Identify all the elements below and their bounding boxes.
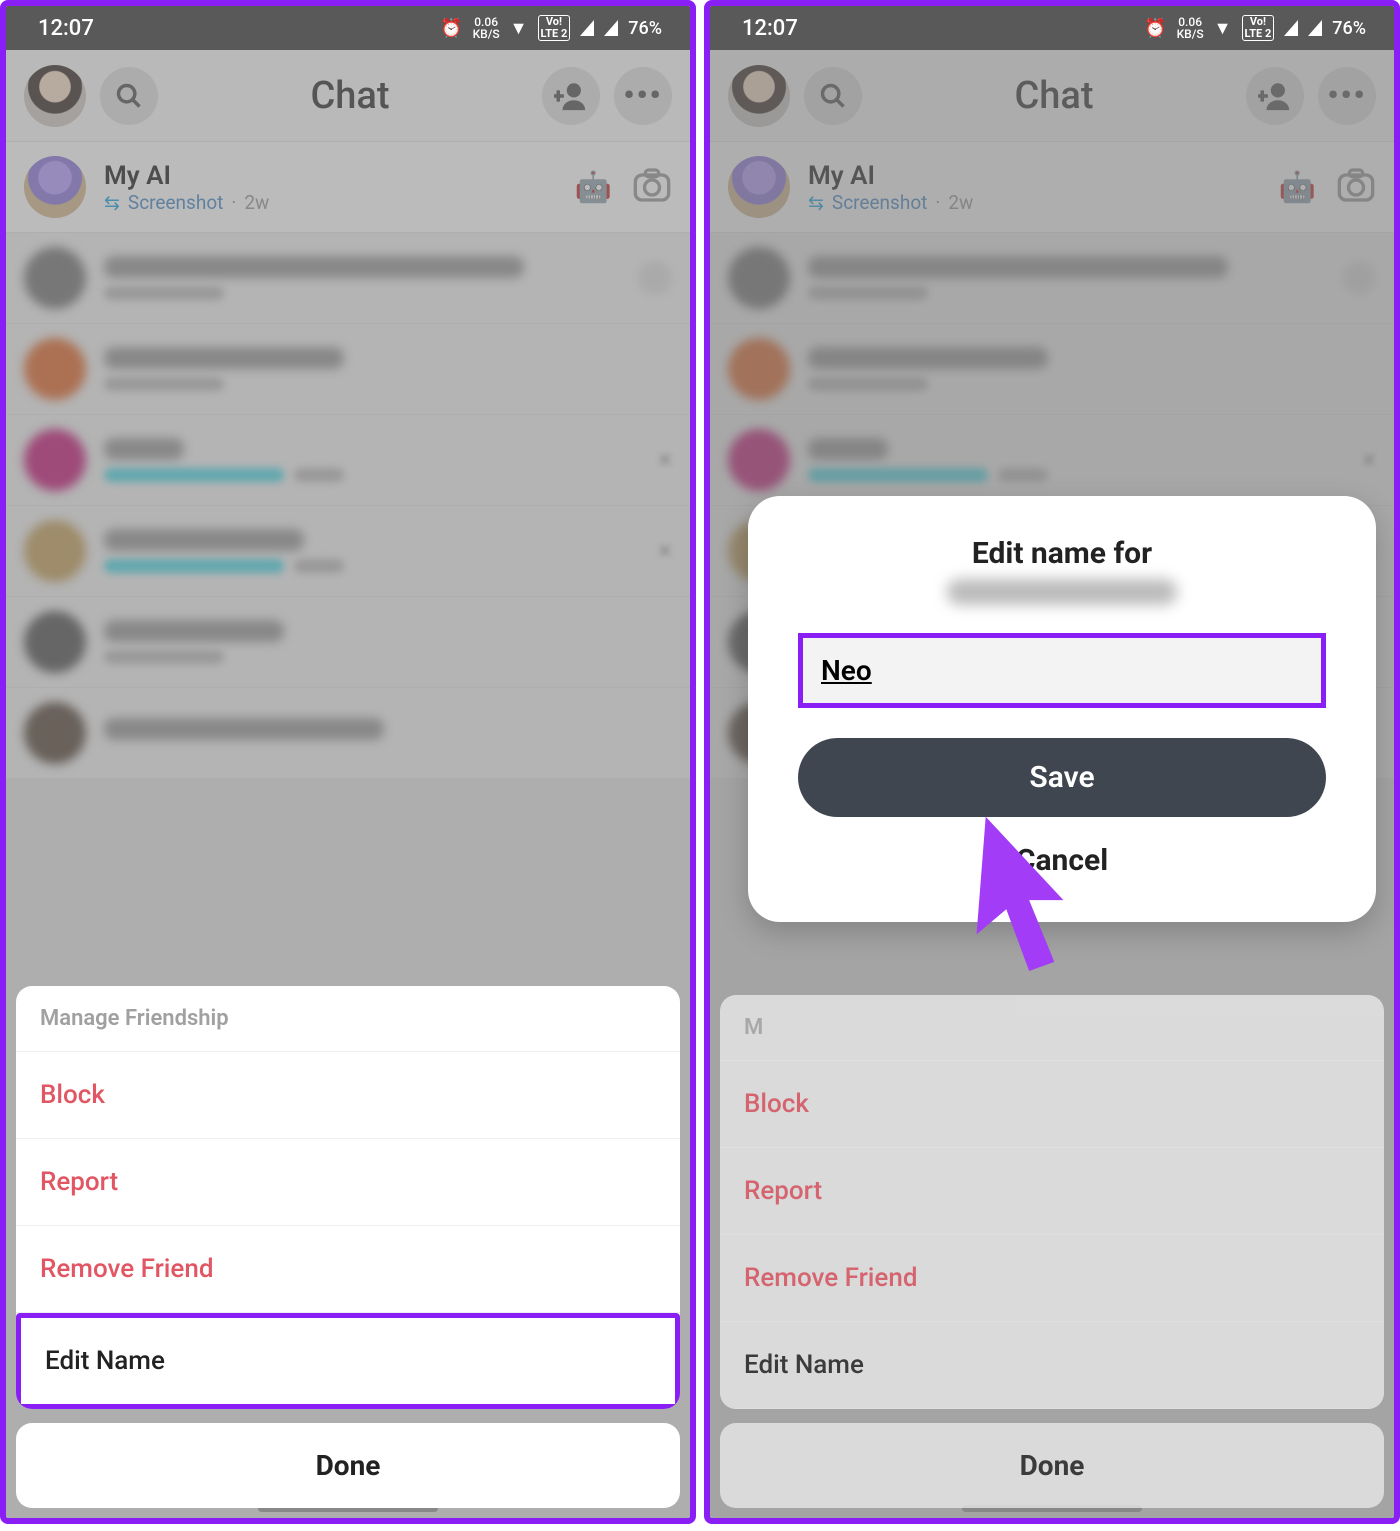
chat-name: My AI: [104, 161, 557, 191]
manage-friendship-sheet: M Block Report Remove Friend Edit Name D…: [720, 995, 1384, 1508]
camera-icon[interactable]: [1336, 165, 1376, 209]
add-friend-icon: [554, 81, 588, 111]
chat-header: Chat •••: [6, 50, 690, 142]
status-right: ⏰ 0.06KB/S ▼ Vo!LTE 2 76%: [440, 15, 662, 41]
lte-badge: Vo!LTE 2: [538, 15, 571, 41]
data-rate: 0.06KB/S: [1177, 16, 1204, 40]
add-friend-icon: [1258, 81, 1292, 111]
chat-row-my-ai[interactable]: My AI ⇆ Screenshot·2w 🤖: [710, 142, 1394, 233]
chat-row[interactable]: [6, 597, 690, 688]
status-right: ⏰ 0.06KB/S ▼ Vo!LTE 2 76%: [1144, 15, 1366, 41]
robot-icon: 🤖: [575, 170, 612, 205]
search-button[interactable]: [804, 67, 862, 125]
remove-friend-button[interactable]: Remove Friend: [16, 1226, 680, 1313]
avatar-my-ai: [728, 156, 790, 218]
cursor-arrow-icon: [960, 811, 1080, 971]
chat-row[interactable]: [710, 324, 1394, 415]
wifi-icon: ▼: [1214, 18, 1232, 39]
search-icon: [115, 82, 143, 110]
alarm-icon: ⏰: [440, 18, 462, 39]
chat-row[interactable]: ×: [6, 415, 690, 506]
dialog-title: Edit name for: [798, 536, 1326, 571]
save-button[interactable]: Save: [798, 738, 1326, 817]
search-button[interactable]: [100, 67, 158, 125]
edit-name-button[interactable]: Edit Name: [16, 1313, 680, 1409]
block-button[interactable]: Block: [16, 1052, 680, 1139]
report-button[interactable]: Report: [16, 1139, 680, 1226]
lte-badge: Vo!LTE 2: [1242, 15, 1275, 41]
ellipsis-icon: •••: [623, 78, 662, 113]
data-rate: 0.06KB/S: [473, 16, 500, 40]
name-input[interactable]: Neo: [798, 633, 1326, 708]
battery-pct: 76%: [628, 18, 662, 39]
search-icon: [819, 82, 847, 110]
chat-subtitle: ⇆ Screenshot · 2w: [104, 191, 557, 214]
manage-friendship-sheet: Manage Friendship Block Report Remove Fr…: [16, 986, 680, 1508]
phone-right: 12:07 ⏰ 0.06KB/S ▼ Vo!LTE 2 76% Chat •••…: [704, 0, 1400, 1524]
robot-icon: 🤖: [1279, 170, 1316, 205]
signal-1-icon: [580, 20, 594, 36]
ellipsis-icon: •••: [1327, 78, 1366, 113]
chat-list: My AI ⇆ Screenshot · 2w 🤖 × ×: [6, 142, 690, 779]
chat-row[interactable]: [6, 688, 690, 779]
screenshot-icon: ⇆: [808, 191, 824, 214]
chat-row[interactable]: [6, 324, 690, 415]
page-title: Chat: [876, 74, 1232, 118]
signal-2-icon: [1308, 20, 1322, 36]
remove-friend-button[interactable]: Remove Friend: [720, 1235, 1384, 1322]
profile-avatar[interactable]: [24, 65, 86, 127]
chat-row[interactable]: ×: [6, 506, 690, 597]
report-button[interactable]: Report: [720, 1148, 1384, 1235]
page-title: Chat: [172, 74, 528, 118]
sheet-title: M: [720, 995, 1384, 1061]
add-friend-button[interactable]: [1246, 67, 1304, 125]
done-button[interactable]: Done: [720, 1423, 1384, 1508]
chat-row-my-ai[interactable]: My AI ⇆ Screenshot · 2w 🤖: [6, 142, 690, 233]
alarm-icon: ⏰: [1144, 18, 1166, 39]
sheet-title: Manage Friendship: [16, 986, 680, 1052]
status-bar: 12:07 ⏰ 0.06KB/S ▼ Vo!LTE 2 76%: [6, 6, 690, 50]
status-time: 12:07: [742, 16, 798, 41]
add-friend-button[interactable]: [542, 67, 600, 125]
more-button[interactable]: •••: [614, 67, 672, 125]
chat-row[interactable]: [6, 233, 690, 324]
chat-row[interactable]: [710, 233, 1394, 324]
profile-avatar[interactable]: [728, 65, 790, 127]
chat-header: Chat •••: [710, 50, 1394, 142]
battery-pct: 76%: [1332, 18, 1366, 39]
signal-2-icon: [604, 20, 618, 36]
avatar-my-ai: [24, 156, 86, 218]
screenshot-icon: ⇆: [104, 191, 120, 214]
done-button[interactable]: Done: [16, 1423, 680, 1508]
chat-row[interactable]: ×: [710, 415, 1394, 506]
dialog-username-blurred: [947, 579, 1177, 605]
status-bar: 12:07 ⏰ 0.06KB/S ▼ Vo!LTE 2 76%: [710, 6, 1394, 50]
wifi-icon: ▼: [510, 18, 528, 39]
edit-name-button[interactable]: Edit Name: [720, 1322, 1384, 1409]
block-button[interactable]: Block: [720, 1061, 1384, 1148]
more-button[interactable]: •••: [1318, 67, 1376, 125]
chat-name: My AI: [808, 161, 1261, 191]
chat-subtitle: ⇆ Screenshot·2w: [808, 191, 1261, 214]
phone-left: 12:07 ⏰ 0.06KB/S ▼ Vo!LTE 2 76% Chat •••…: [0, 0, 696, 1524]
status-time: 12:07: [38, 16, 94, 41]
camera-icon[interactable]: [632, 165, 672, 209]
signal-1-icon: [1284, 20, 1298, 36]
